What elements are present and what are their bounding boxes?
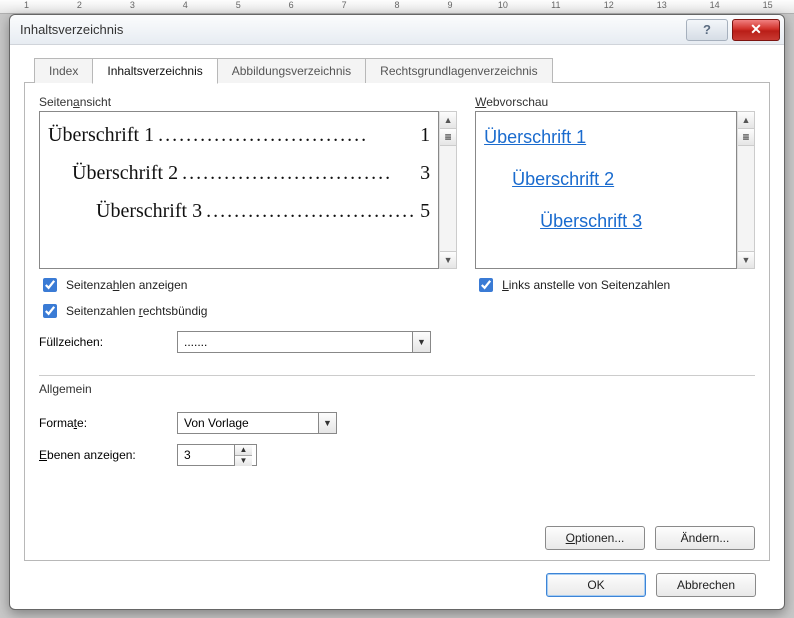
- spinner-down-icon[interactable]: ▼: [235, 456, 252, 466]
- tab-legal[interactable]: Rechtsgrundlagenverzeichnis: [365, 58, 552, 83]
- titlebar: Inhaltsverzeichnis ? ✕: [10, 15, 784, 45]
- help-button[interactable]: ?: [686, 19, 728, 41]
- web-preview-box: Überschrift 1 Überschrift 2 Überschrift …: [475, 111, 737, 269]
- chevron-down-icon: ▼: [318, 413, 336, 433]
- dialog-title: Inhaltsverzeichnis: [20, 22, 123, 37]
- label-links-instead-of-pagenumbers: Links anstelle von Seitenzahlen: [502, 278, 670, 292]
- close-button[interactable]: ✕: [732, 19, 780, 41]
- web-preview-link[interactable]: Überschrift 3: [540, 211, 642, 231]
- checkbox-show-pagenumbers[interactable]: [43, 278, 57, 292]
- formats-value: Von Vorlage: [184, 416, 249, 430]
- toc-dialog: Inhaltsverzeichnis ? ✕ Index Inhaltsverz…: [9, 14, 785, 610]
- label-show-pagenumbers: Seitenzahlen anzeigen: [66, 278, 187, 292]
- print-preview-box: Überschrift 1...........................…: [39, 111, 439, 269]
- checkbox-links-instead-of-pagenumbers[interactable]: [479, 278, 493, 292]
- leader-value: .......: [184, 335, 207, 349]
- label-right-align-pagenumbers: Seitenzahlen rechtsbündig: [66, 304, 207, 318]
- background-ruler: 123 456 789 101112 131415: [0, 0, 794, 14]
- web-preview-link[interactable]: Überschrift 2: [512, 169, 614, 189]
- checkbox-right-align-pagenumbers[interactable]: [43, 304, 57, 318]
- web-preview-scrollbar[interactable]: ▲ ≡ ▼: [737, 111, 755, 269]
- general-section-title: Allgemein: [39, 382, 755, 396]
- modify-button[interactable]: Ändern...: [655, 526, 755, 550]
- web-preview-link[interactable]: Überschrift 1: [484, 127, 586, 147]
- tab-figures[interactable]: Abbildungsverzeichnis: [217, 58, 366, 83]
- print-preview-scrollbar[interactable]: ▲ ≡ ▼: [439, 111, 457, 269]
- ok-button[interactable]: OK: [546, 573, 646, 597]
- tab-panel-toc: Seitenansicht Überschrift 1.............…: [24, 82, 770, 561]
- levels-input[interactable]: [178, 445, 234, 465]
- tab-toc[interactable]: Inhaltsverzeichnis: [92, 58, 217, 84]
- web-preview-label: Webvorschau: [475, 95, 755, 109]
- leader-label: Füllzeichen:: [39, 335, 169, 349]
- chevron-down-icon: ▼: [412, 332, 430, 352]
- levels-spinner[interactable]: ▲ ▼: [177, 444, 257, 466]
- print-preview-label: Seitenansicht: [39, 95, 457, 109]
- leader-combo[interactable]: ....... ▼: [177, 331, 431, 353]
- tabstrip: Index Inhaltsverzeichnis Abbildungsverze…: [34, 55, 770, 83]
- formats-combo[interactable]: Von Vorlage ▼: [177, 412, 337, 434]
- cancel-button[interactable]: Abbrechen: [656, 573, 756, 597]
- levels-label: Ebenen anzeigen:: [39, 448, 169, 462]
- spinner-up-icon[interactable]: ▲: [235, 445, 252, 456]
- formats-label: Formate:: [39, 416, 169, 430]
- tab-index[interactable]: Index: [34, 58, 93, 83]
- options-button[interactable]: Optionen...: [545, 526, 645, 550]
